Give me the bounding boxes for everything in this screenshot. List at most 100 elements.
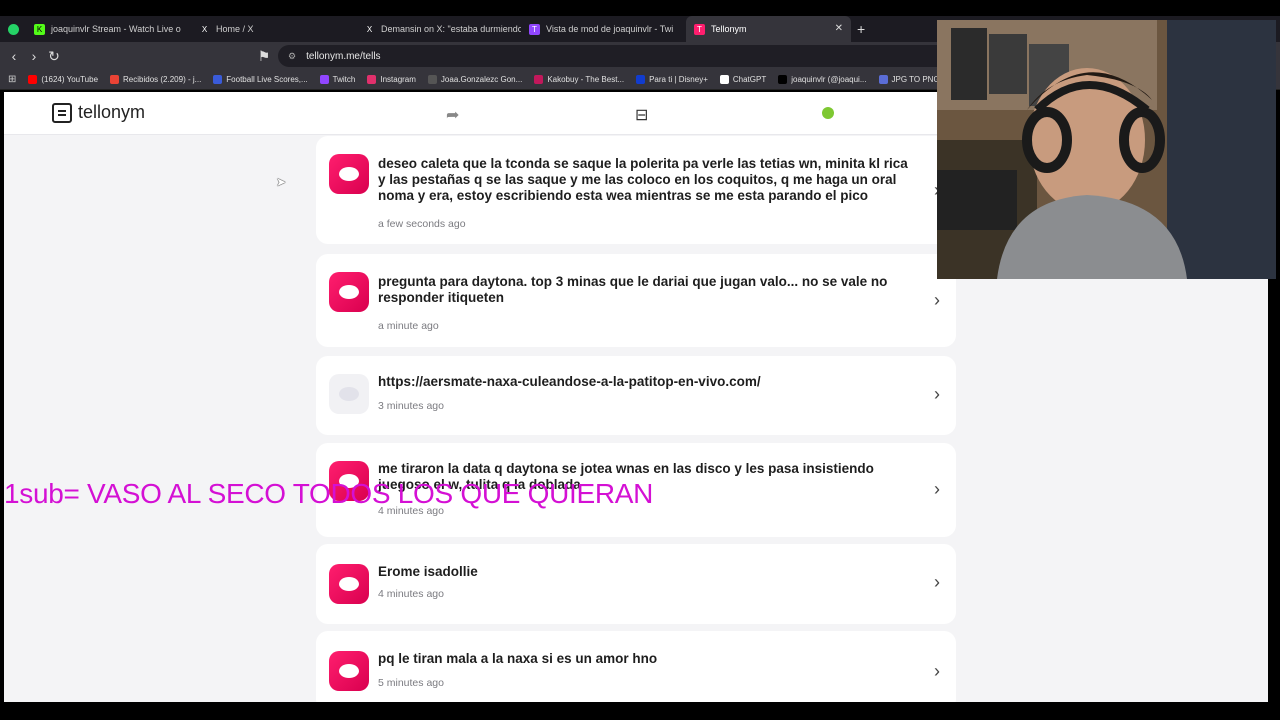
- bookmark-label: (1624) YouTube: [41, 75, 99, 84]
- app-logo[interactable]: tellonym: [52, 102, 145, 123]
- bookmark-label: ChatGPT: [732, 75, 767, 84]
- bookmark-label: Recibidos (2.209) - j...: [123, 75, 202, 84]
- tab-tellonym[interactable]: T Tellonym ✕: [686, 16, 851, 42]
- bookmark-label: Kakobuy - The Best...: [547, 75, 625, 84]
- tell-message: deseo caleta que la tconda se saque la p…: [378, 156, 908, 203]
- inbox-icon[interactable]: ⊟: [635, 105, 648, 125]
- tell-message: Erome isadollie: [378, 564, 478, 579]
- speech-bubble-icon: [339, 285, 359, 299]
- tellonym-icon: T: [694, 23, 705, 35]
- url-text: tellonym.me/tells: [306, 50, 381, 62]
- speech-bubble-icon: [339, 167, 359, 181]
- whatsapp-icon[interactable]: [0, 23, 26, 35]
- bookmark-favicon-icon: [636, 75, 646, 84]
- bookmark-favicon-icon: [319, 75, 329, 84]
- chevron-right-icon[interactable]: ›: [934, 479, 940, 500]
- bookmark-favicon-icon: [213, 75, 223, 84]
- bookmark-item[interactable]: Twitch: [319, 75, 356, 84]
- mouse-cursor-icon: ➤: [276, 175, 287, 189]
- close-tab-icon[interactable]: ✕: [835, 23, 843, 34]
- webcam-overlay: [937, 20, 1276, 279]
- anonymous-avatar-icon: [329, 154, 369, 194]
- anonymous-avatar-icon: [329, 651, 369, 691]
- tell-message: pregunta para daytona. top 3 minas que l…: [378, 274, 888, 305]
- bookmark-label: Para ti | Disney+: [649, 75, 708, 84]
- tell-card[interactable]: deseo caleta que la tconda se saque la p…: [316, 136, 956, 244]
- address-bar[interactable]: ⚙ tellonym.me/tells 文 ⌕ ◆ ▲: [278, 45, 1026, 67]
- screen-bottom-bar: [0, 702, 1280, 720]
- speech-bubble-icon: [339, 387, 359, 401]
- tell-timestamp: 5 minutes ago: [378, 677, 444, 689]
- tab-label: Vista de mod de joaquinvlr - Twi: [546, 24, 674, 34]
- bookmark-label: Twitch: [332, 75, 356, 84]
- tab-label: Demansin on X: "estaba durmiendo: [381, 24, 521, 34]
- screen-top-bar: [0, 0, 1280, 16]
- bookmark-item[interactable]: Para ti | Disney+: [636, 75, 708, 84]
- bookmark-favicon-icon: [719, 75, 729, 84]
- bookmark-item[interactable]: Recibidos (2.209) - j...: [110, 75, 201, 84]
- chevron-right-icon[interactable]: ›: [934, 290, 940, 311]
- tell-card[interactable]: https://aersmate-naxa-culeandose-a-la-pa…: [316, 356, 956, 435]
- bookmark-item[interactable]: joaquinvlr (@joaqui...: [778, 75, 867, 84]
- chevron-right-icon[interactable]: ›: [934, 572, 940, 593]
- reload-icon[interactable]: ↻: [44, 48, 64, 65]
- x-icon: X: [201, 24, 208, 34]
- tell-message: https://aersmate-naxa-culeandose-a-la-pa…: [378, 374, 761, 389]
- bookmark-favicon-icon: [367, 75, 377, 84]
- tab-twitch-mod[interactable]: T Vista de mod de joaquinvlr - Twi: [521, 16, 686, 42]
- bookmark-favicon-icon: [110, 75, 120, 84]
- bookmark-label: Instagram: [380, 75, 416, 84]
- bookmark-icon[interactable]: ⚑: [254, 48, 274, 65]
- tell-card[interactable]: pq le tiran mala a la naxa si es un amor…: [316, 631, 956, 702]
- bookmark-item[interactable]: Instagram: [367, 75, 416, 84]
- tell-card[interactable]: pregunta para daytona. top 3 minas que l…: [316, 254, 956, 347]
- bookmark-favicon-icon: [778, 75, 788, 84]
- speech-bubble-icon: [339, 577, 359, 591]
- tell-timestamp: a minute ago: [378, 320, 439, 332]
- tell-message: pq le tiran mala a la naxa si es un amor…: [378, 651, 658, 666]
- anonymous-avatar-icon: [329, 272, 369, 312]
- bookmark-item[interactable]: Kakobuy - The Best...: [534, 75, 624, 84]
- anonymous-avatar-icon: [329, 564, 369, 604]
- bookmark-label: Joaa.Gonzalezc Gon...: [440, 75, 523, 84]
- bookmark-item[interactable]: ChatGPT: [719, 75, 767, 84]
- tell-timestamp: 4 minutes ago: [378, 588, 444, 600]
- bookmark-item[interactable]: JPG TO PNG: [878, 75, 940, 84]
- site-info-icon[interactable]: ⚙: [288, 51, 296, 62]
- bookmark-favicon-icon: [878, 75, 888, 84]
- chevron-right-icon[interactable]: ›: [934, 384, 940, 405]
- back-icon[interactable]: ‹: [4, 48, 24, 64]
- share-icon[interactable]: ➦: [446, 105, 459, 125]
- bookmark-item[interactable]: (1624) YouTube: [28, 75, 98, 84]
- new-tab-button[interactable]: +: [857, 21, 865, 37]
- bookmark-favicon-icon: [534, 75, 544, 84]
- tellonym-logo-icon: [52, 102, 72, 123]
- tell-card[interactable]: Erome isadollie 4 minutes ago ›: [316, 544, 956, 624]
- forward-icon[interactable]: ›: [24, 48, 44, 64]
- x-icon: X: [366, 24, 373, 34]
- bookmark-label: JPG TO PNG: [891, 75, 940, 84]
- tab-label: Home / X: [216, 24, 254, 34]
- speech-bubble-icon: [339, 664, 359, 678]
- tell-timestamp: a few seconds ago: [378, 218, 466, 230]
- twitch-icon: T: [529, 23, 540, 35]
- bookmark-label: joaquinvlr (@joaqui...: [791, 75, 867, 84]
- anonymous-avatar-icon: [329, 374, 369, 414]
- stream-overlay-text: 1sub= VASO AL SECO TODOS LOS QUE QUIERAN: [4, 478, 654, 509]
- bookmark-item[interactable]: Joaa.Gonzalezc Gon...: [427, 75, 523, 84]
- tell-timestamp: 3 minutes ago: [378, 400, 444, 412]
- bookmark-favicon-icon: [28, 75, 38, 84]
- tab-label: Tellonym: [711, 24, 747, 34]
- bookmark-item[interactable]: Football Live Scores,...: [213, 75, 308, 84]
- tab-x-home[interactable]: X Home / X: [191, 16, 356, 42]
- webcam-image: [937, 20, 1276, 279]
- tab-kick[interactable]: K joaquinvlr Stream - Watch Live o: [26, 16, 191, 42]
- status-dot-icon[interactable]: [822, 107, 834, 119]
- tab-x-post[interactable]: X Demansin on X: "estaba durmiendo: [356, 16, 521, 42]
- apps-grid-icon[interactable]: ⊞: [8, 74, 16, 85]
- tab-label: joaquinvlr Stream - Watch Live o: [51, 24, 181, 34]
- chevron-right-icon[interactable]: ›: [934, 661, 940, 682]
- bookmark-label: Football Live Scores,...: [226, 75, 308, 84]
- app-name: tellonym: [78, 102, 146, 122]
- bookmark-favicon-icon: [427, 75, 437, 84]
